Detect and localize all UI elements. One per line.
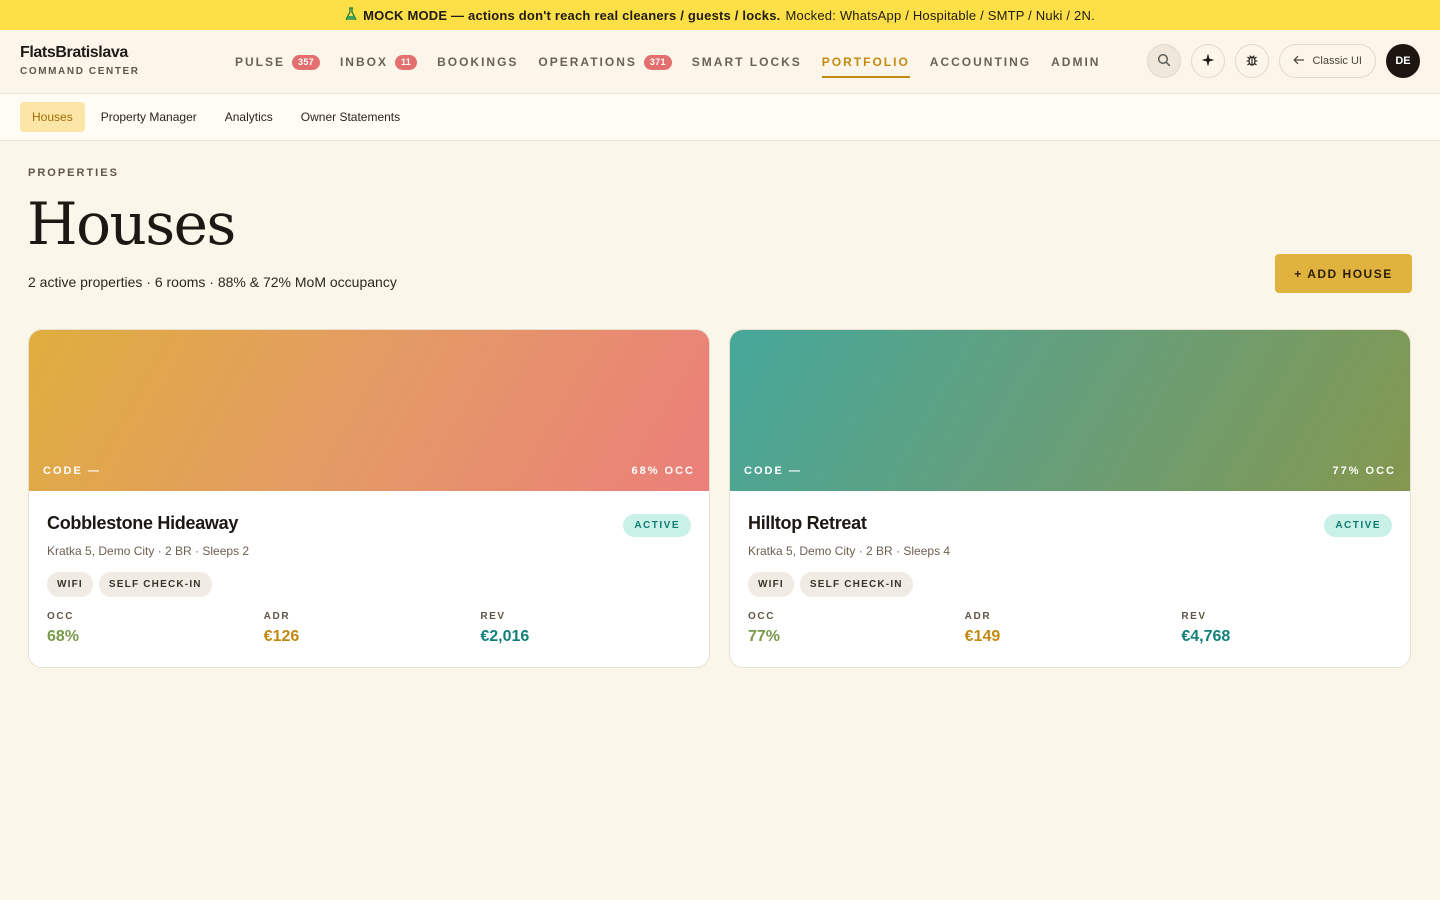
stat-rev: REV €4,768	[1181, 611, 1398, 646]
main-nav: PULSE 357 INBOX 11 BOOKINGS OPERATIONS 3…	[235, 30, 1100, 94]
mock-mode-banner: MOCK MODE — actions don't reach real cle…	[0, 0, 1440, 30]
amenity-tag: WIFI	[748, 572, 794, 597]
nav-label: ACCOUNTING	[929, 55, 1032, 69]
stat-label: OCC	[748, 611, 776, 622]
avatar[interactable]: DE	[1386, 44, 1420, 78]
nav-item-inbox[interactable]: INBOX 11	[339, 30, 418, 94]
brand-name: FlatsBratislava	[20, 44, 128, 61]
nav-badge: 371	[643, 54, 672, 70]
status-badge: ACTIVE	[623, 514, 691, 537]
property-meta: Kratka 5, Demo City · 2 BR · Sleeps 2	[47, 544, 250, 558]
stat-value: €126	[263, 628, 300, 645]
mock-mode-title: MOCK MODE — actions don't reach real cle…	[363, 7, 781, 23]
bug-icon	[1245, 53, 1259, 70]
property-code: CODE —	[744, 465, 802, 477]
property-name: Cobblestone Hideaway	[47, 513, 239, 533]
nav-item-smart-locks[interactable]: SMART LOCKS	[692, 30, 802, 94]
stat-occ: OCC 77%	[748, 611, 965, 646]
top-navigation: FlatsBratislava COMMAND CENTER PULSE 357…	[0, 30, 1440, 94]
stat-adr: ADR €149	[965, 611, 1182, 646]
sparkle-icon	[1201, 53, 1215, 70]
nav-badge: 11	[394, 54, 418, 70]
stat-value: 77%	[748, 628, 781, 645]
property-name: Hilltop Retreat	[748, 513, 867, 533]
page-summary: 2 active properties · 6 rooms · 88% & 72…	[28, 274, 397, 290]
subnav-item-houses[interactable]: Houses	[20, 102, 85, 132]
nav-item-portfolio[interactable]: PORTFOLIO	[821, 30, 910, 94]
property-card[interactable]: CODE — 77% OCC Hilltop Retreat ACTIVE Kr…	[729, 329, 1411, 668]
nav-label: PORTFOLIO	[821, 55, 910, 69]
nav-item-bookings[interactable]: BOOKINGS	[437, 30, 518, 94]
nav-item-accounting[interactable]: ACCOUNTING	[930, 30, 1031, 94]
nav-label: PULSE	[235, 55, 286, 69]
search-icon	[1157, 53, 1171, 70]
amenity-tags: WIFI SELF CHECK-IN	[47, 572, 212, 597]
classic-ui-button[interactable]: Classic UI	[1279, 44, 1376, 78]
property-cover: CODE — 77% OCC	[730, 330, 1410, 491]
amenity-tag: SELF CHECK-IN	[98, 572, 212, 597]
stat-value: €2,016	[480, 628, 530, 645]
stat-occ: OCC 68%	[47, 611, 264, 646]
stat-value: €4,768	[1181, 628, 1231, 645]
ai-assistant-button[interactable]	[1191, 44, 1226, 78]
property-stats: OCC 68% ADR €126 REV €2,016	[47, 611, 697, 646]
flask-icon	[345, 7, 357, 23]
stat-label: ADR	[263, 611, 291, 622]
brand-subtitle: COMMAND CENTER	[20, 66, 140, 77]
stat-value: 68%	[47, 628, 80, 645]
property-card[interactable]: CODE — 68% OCC Cobblestone Hideaway ACTI…	[28, 329, 710, 668]
stat-rev: REV €2,016	[480, 611, 697, 646]
section-eyebrow: PROPERTIES	[28, 167, 119, 179]
arrow-left-icon	[1293, 55, 1305, 68]
property-code: CODE —	[43, 465, 101, 477]
stat-label: REV	[1181, 611, 1207, 622]
occupancy-overlay: 68% OCC	[631, 465, 695, 477]
subnav-item-analytics[interactable]: Analytics	[213, 102, 285, 132]
stat-label: ADR	[964, 611, 992, 622]
stat-label: REV	[480, 611, 506, 622]
stat-value: €149	[964, 628, 1001, 645]
add-house-button[interactable]: + ADD HOUSE	[1275, 254, 1412, 293]
nav-label: SMART LOCKS	[691, 55, 802, 69]
nav-label: OPERATIONS	[538, 55, 637, 69]
nav-item-pulse[interactable]: PULSE 357	[235, 30, 320, 94]
status-badge: ACTIVE	[1324, 514, 1392, 537]
stat-label: OCC	[47, 611, 75, 622]
stat-adr: ADR €126	[264, 611, 481, 646]
debug-button[interactable]	[1235, 44, 1270, 78]
search-button[interactable]	[1147, 44, 1182, 78]
nav-badge: 357	[292, 54, 320, 70]
portfolio-subnav: Houses Property Manager Analytics Owner …	[0, 94, 1440, 141]
property-cover: CODE — 68% OCC	[29, 330, 709, 491]
property-meta: Kratka 5, Demo City · 2 BR · Sleeps 4	[748, 544, 951, 558]
nav-label: ADMIN	[1051, 55, 1101, 69]
nav-item-operations[interactable]: OPERATIONS 371	[538, 30, 672, 94]
subnav-item-owner-statements[interactable]: Owner Statements	[289, 102, 412, 132]
amenity-tags: WIFI SELF CHECK-IN	[748, 572, 913, 597]
nav-label: INBOX	[339, 55, 388, 69]
amenity-tag: WIFI	[47, 572, 93, 597]
nav-item-admin[interactable]: ADMIN	[1051, 30, 1100, 94]
classic-ui-label: Classic UI	[1312, 55, 1362, 67]
amenity-tag: SELF CHECK-IN	[799, 572, 913, 597]
subnav-item-property-manager[interactable]: Property Manager	[89, 102, 209, 132]
nav-label: BOOKINGS	[437, 55, 519, 69]
page-title: Houses	[27, 190, 236, 258]
brand[interactable]: FlatsBratislava COMMAND CENTER	[20, 44, 140, 77]
mock-mode-detail: Mocked: WhatsApp / Hospitable / SMTP / N…	[785, 7, 1095, 23]
occupancy-overlay: 77% OCC	[1332, 465, 1396, 477]
top-actions: Classic UI DE	[1147, 44, 1420, 78]
property-stats: OCC 77% ADR €149 REV €4,768	[748, 611, 1398, 646]
